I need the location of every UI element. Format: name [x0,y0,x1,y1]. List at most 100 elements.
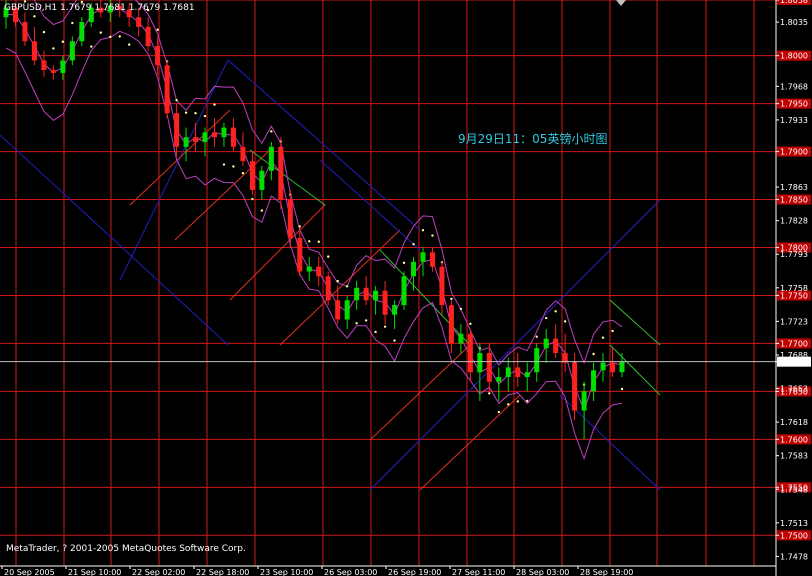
price-chart[interactable]: 1.8058 1.8035 1.8000 1.7968 1.7950 1.7933 1.79… [0,0,812,576]
candle-body-58 [553,338,559,354]
price-label-14: 1.7723 [780,317,808,326]
time-label-6: 26 Sep 19:00 [388,568,441,576]
sar-dot-25 [241,171,245,175]
sar-dot-12 [118,35,121,38]
price-label-0: 1.8058 [780,0,808,5]
price-label-11: 1.7793 [780,250,808,259]
sar-dot-57 [544,316,548,320]
sar-dot-42 [402,261,406,265]
sar-dot-43 [412,242,415,246]
candle-body-63 [600,362,606,371]
candle-body-38 [363,287,369,301]
time-label-3: 22 Sep 18:00 [196,568,249,576]
candle-body-52 [496,377,502,382]
price-label-12: 1.7750 [780,291,808,300]
candle-body-49 [467,333,473,373]
candle-body-28 [268,146,274,171]
candle-body-16 [155,46,161,66]
sar-dot-23 [222,163,226,166]
sar-dot-35 [336,279,339,283]
candle-body-19 [183,137,189,147]
sar-dot-32 [308,240,311,243]
price-label-9: 1.7828 [780,217,808,226]
candle-body-57 [543,338,549,349]
candle-body-62 [591,370,597,392]
sar-dot-7 [71,21,74,25]
candle-body-27 [259,170,265,190]
sar-dot-48 [459,307,463,311]
candle-body-44 [420,252,426,262]
price-label-4: 1.7950 [780,100,808,109]
candle-body-32 [306,266,312,272]
sar-dot-52 [497,410,500,414]
candle-body-47 [448,305,454,344]
price-label-8: 1.7850 [780,196,808,205]
sar-dot-51 [488,392,491,395]
sar-dot-45 [431,234,434,237]
price-label-6: 1.7900 [780,148,808,157]
sar-dot-11 [109,35,112,39]
candle-body-14 [136,17,142,27]
price-label-27: 1.7478 [780,552,808,561]
price-label-22: 1.7583 [780,452,808,461]
chart-annotation: 9月29日11：05英镑小时图 [458,132,608,146]
time-label-9: 28 Sep 19:00 [580,568,633,576]
candle-body-55 [524,372,530,378]
sar-dot-10 [99,31,102,34]
candle-body-35 [335,300,341,320]
candle-body-31 [297,237,303,272]
sar-dot-37 [355,322,358,325]
candle-body-45 [429,252,435,267]
sar-dot-55 [526,399,529,403]
chart-title: GBPUSD,H1 1.7679 1.7681 1.7679 1.7681 [4,3,195,13]
candle-body-17 [164,65,170,114]
price-label-25: 1.7513 [780,519,808,528]
price-label-24: 1.7548 [780,485,808,494]
sar-dot-5 [52,47,55,50]
time-label-2: 22 Sep 02:00 [132,568,185,576]
time-label-8: 28 Sep 03:00 [516,568,569,576]
sar-dot-58 [554,310,557,313]
price-label-13: 1.7758 [780,284,808,293]
sar-dot-3 [33,15,36,18]
sar-dot-62 [592,352,595,356]
candle-body-24 [230,127,236,147]
candle-body-30 [287,199,293,238]
candle-body-34 [325,276,331,301]
sar-dot-27 [260,209,264,212]
sar-dot-34 [327,255,330,258]
sar-dot-28 [270,130,273,133]
sar-dot-63 [601,336,605,339]
price-label-19: 1.7653 [780,385,808,394]
sar-dot-16 [156,28,159,31]
candle-body-40 [382,290,388,315]
time-label-4: 23 Sep 10:00 [260,568,313,576]
candle-body-65 [619,361,625,373]
sar-dot-44 [421,229,425,232]
candle-body-41 [392,305,398,315]
candle-body-2 [22,22,28,42]
candle-body-60 [572,362,578,411]
price-label-26: 1.7500 [780,531,808,540]
time-label-1: 21 Sep 10:00 [68,568,121,576]
price-label-15: 1.7700 [780,339,808,348]
sar-dot-47 [450,297,453,301]
sar-dot-41 [393,339,396,342]
sar-dot-18 [175,99,178,102]
shift-arrow-icon[interactable] [616,0,626,6]
sar-dot-39 [374,330,377,334]
candle-body-26 [249,161,255,190]
candle-body-33 [316,266,322,277]
candle-body-20 [193,137,199,142]
sar-dot-19 [184,111,188,114]
price-label-5: 1.7933 [780,116,808,125]
candle-body-23 [221,127,227,138]
candle-body-56 [534,348,540,373]
sar-dot-22 [213,103,216,106]
sar-dot-56 [535,335,538,338]
candle-body-64 [610,362,616,373]
candle-body-5 [50,70,56,73]
candle-body-7 [69,41,75,61]
sar-dot-4 [42,30,46,34]
candle-body-15 [145,26,151,47]
